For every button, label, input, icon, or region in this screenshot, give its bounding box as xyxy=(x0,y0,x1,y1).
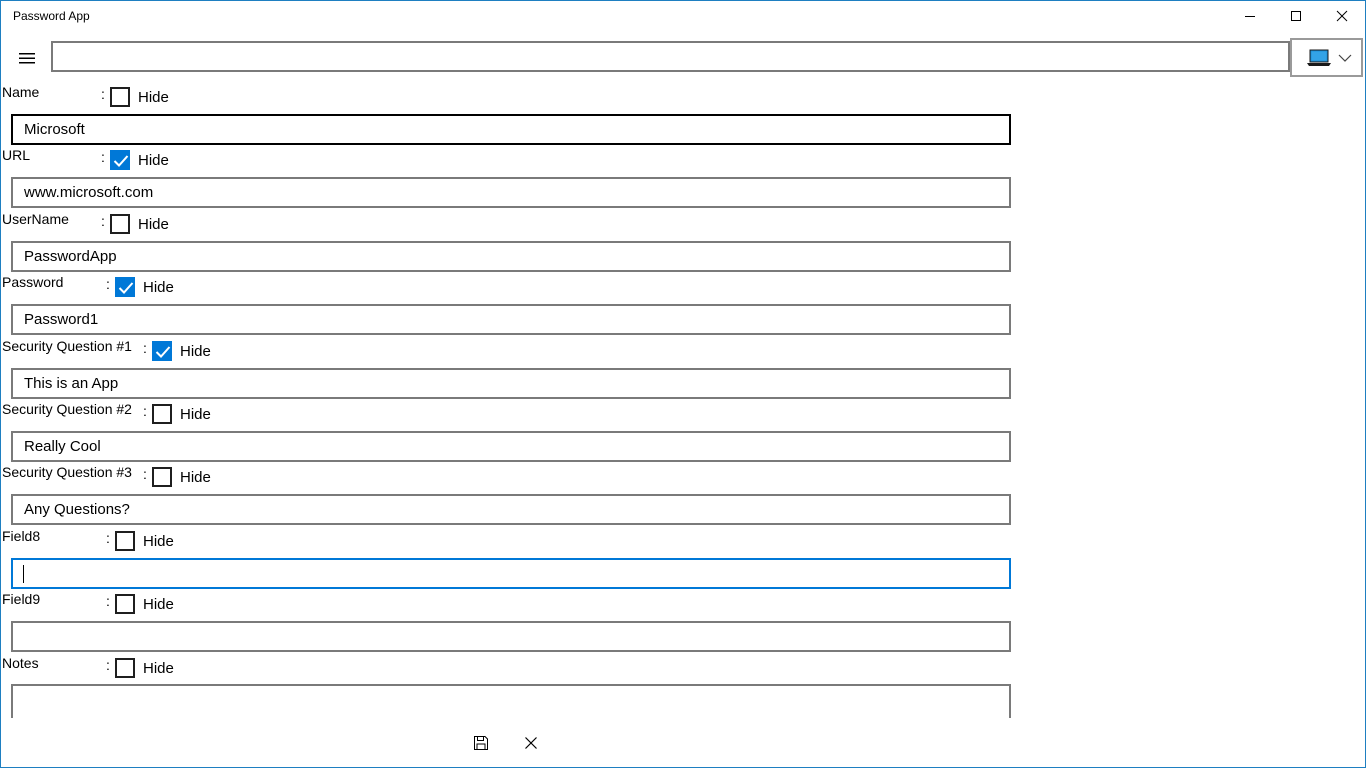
field-label-security-question-1: Security Question #1 xyxy=(2,338,132,354)
field-value-url: www.microsoft.com xyxy=(24,184,154,201)
hamburger-menu-button[interactable] xyxy=(10,42,44,74)
field-colon: : xyxy=(101,149,105,165)
checkmark-icon xyxy=(155,346,171,358)
field-value-password: Password1 xyxy=(24,311,99,328)
field-label-username: UserName xyxy=(2,211,69,227)
field-input-url[interactable]: www.microsoft.com xyxy=(11,177,1011,208)
window-title: Password App xyxy=(13,9,90,23)
close-window-button[interactable] xyxy=(1319,0,1365,32)
field-label-field9: Field9 xyxy=(2,591,41,607)
hide-checkbox-username[interactable] xyxy=(110,214,130,234)
hide-checkbox-security-question-2[interactable] xyxy=(152,404,172,424)
field-input-username[interactable]: PasswordApp xyxy=(11,241,1011,272)
hide-checkbox-url[interactable] xyxy=(110,150,130,170)
field-input-name[interactable]: Microsoft xyxy=(11,114,1011,145)
hide-label-url[interactable]: Hide xyxy=(138,152,169,169)
title-bar: Password App xyxy=(0,0,1366,32)
field-input-security-question-2[interactable]: Really Cool xyxy=(11,431,1011,462)
hide-checkbox-notes[interactable] xyxy=(115,658,135,678)
field-input-security-question-1[interactable]: This is an App xyxy=(11,368,1011,399)
hide-label-security-question-1[interactable]: Hide xyxy=(180,343,211,360)
hide-checkbox-security-question-3[interactable] xyxy=(152,467,172,487)
field-colon: : xyxy=(106,657,110,673)
field-value-username: PasswordApp xyxy=(24,248,117,265)
laptop-icon xyxy=(1307,49,1331,66)
maximize-button[interactable] xyxy=(1273,0,1319,32)
field-colon: : xyxy=(143,340,147,356)
hide-checkbox-password[interactable] xyxy=(115,277,135,297)
save-icon xyxy=(474,736,488,750)
checkmark-icon xyxy=(118,282,134,294)
hide-label-field9[interactable]: Hide xyxy=(143,596,174,613)
hide-label-username[interactable]: Hide xyxy=(138,216,169,233)
field-colon: : xyxy=(143,403,147,419)
hide-label-security-question-3[interactable]: Hide xyxy=(180,469,211,486)
close-icon xyxy=(525,737,537,749)
field-colon: : xyxy=(143,466,147,482)
field-label-password: Password xyxy=(2,274,64,290)
field-input-password[interactable]: Password1 xyxy=(11,304,1011,335)
close-window-icon xyxy=(1336,10,1348,22)
field-input-security-question-3[interactable]: Any Questions? xyxy=(11,494,1011,525)
field-colon: : xyxy=(101,86,105,102)
checkmark-icon xyxy=(113,155,129,167)
hide-label-name[interactable]: Hide xyxy=(138,89,169,106)
text-caret xyxy=(23,564,24,583)
cancel-button[interactable] xyxy=(516,730,546,756)
search-input[interactable] xyxy=(51,41,1290,72)
field-colon: : xyxy=(106,276,110,292)
field-label-field8: Field8 xyxy=(2,528,41,544)
field-label-url: URL xyxy=(2,147,31,163)
hide-label-field8[interactable]: Hide xyxy=(143,533,174,550)
hide-label-password[interactable]: Hide xyxy=(143,279,174,296)
device-selector-dropdown[interactable] xyxy=(1290,38,1363,77)
minimize-icon xyxy=(1245,16,1255,17)
field-value-name: Microsoft xyxy=(24,121,85,138)
field-colon: : xyxy=(106,593,110,609)
hamburger-menu-icon xyxy=(19,53,35,64)
save-button[interactable] xyxy=(466,730,496,756)
hide-checkbox-name[interactable] xyxy=(110,87,130,107)
field-value-security-question-2: Really Cool xyxy=(24,438,101,455)
hide-checkbox-field9[interactable] xyxy=(115,594,135,614)
field-colon: : xyxy=(106,530,110,546)
hide-label-security-question-2[interactable]: Hide xyxy=(180,406,211,423)
field-input-notes[interactable] xyxy=(11,684,1011,718)
hide-label-notes[interactable]: Hide xyxy=(143,660,174,677)
maximize-icon xyxy=(1291,11,1301,21)
hide-checkbox-field8[interactable] xyxy=(115,531,135,551)
field-input-field9[interactable] xyxy=(11,621,1011,652)
minimize-button[interactable] xyxy=(1227,0,1273,32)
field-colon: : xyxy=(101,213,105,229)
field-label-security-question-2: Security Question #2 xyxy=(2,401,132,417)
chevron-down-icon xyxy=(1338,54,1352,62)
field-value-security-question-1: This is an App xyxy=(24,375,119,392)
field-label-security-question-3: Security Question #3 xyxy=(2,464,132,480)
field-label-name: Name xyxy=(2,84,40,100)
field-value-security-question-3: Any Questions? xyxy=(24,501,130,518)
field-input-field8[interactable] xyxy=(11,558,1011,589)
hide-checkbox-security-question-1[interactable] xyxy=(152,341,172,361)
field-label-notes: Notes xyxy=(2,655,39,671)
